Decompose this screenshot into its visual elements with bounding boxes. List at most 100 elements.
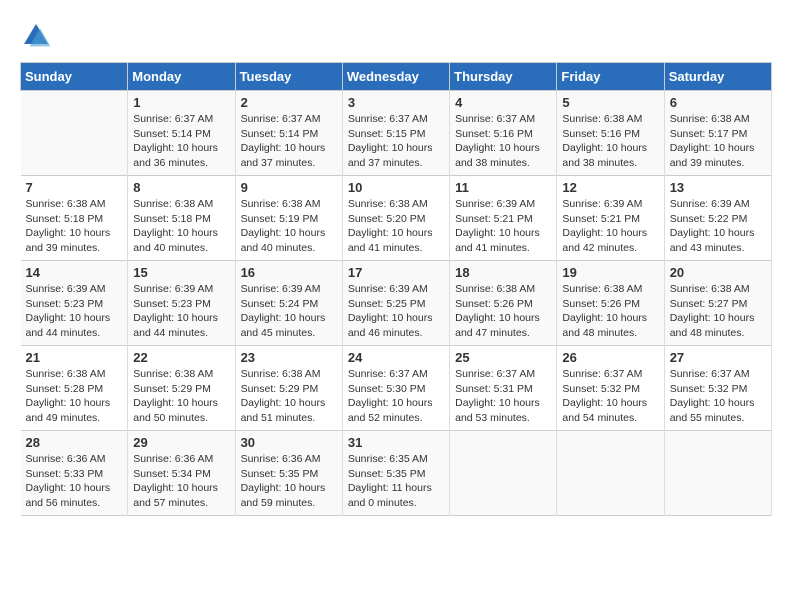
day-info: Sunrise: 6:38 AM Sunset: 5:19 PM Dayligh… [241,197,337,256]
day-info: Sunrise: 6:39 AM Sunset: 5:23 PM Dayligh… [26,282,123,341]
calendar-cell [664,431,771,516]
calendar-cell: 3 Sunrise: 6:37 AM Sunset: 5:15 PM Daylig… [342,91,449,176]
day-info: Sunrise: 6:38 AM Sunset: 5:28 PM Dayligh… [26,367,123,426]
logo-icon [20,20,52,52]
header-monday: Monday [128,63,235,91]
day-number: 26 [562,350,658,365]
day-number: 22 [133,350,229,365]
header-tuesday: Tuesday [235,63,342,91]
day-info: Sunrise: 6:39 AM Sunset: 5:21 PM Dayligh… [562,197,658,256]
day-number: 29 [133,435,229,450]
day-number: 13 [670,180,766,195]
calendar-cell: 12 Sunrise: 6:39 AM Sunset: 5:21 PM Dayli… [557,176,664,261]
day-number: 5 [562,95,658,110]
day-number: 1 [133,95,229,110]
calendar-cell [21,91,128,176]
day-number: 23 [241,350,337,365]
day-number: 21 [26,350,123,365]
day-number: 9 [241,180,337,195]
day-number: 17 [348,265,444,280]
day-number: 12 [562,180,658,195]
calendar-cell: 16 Sunrise: 6:39 AM Sunset: 5:24 PM Dayli… [235,261,342,346]
header-friday: Friday [557,63,664,91]
day-info: Sunrise: 6:37 AM Sunset: 5:31 PM Dayligh… [455,367,551,426]
day-info: Sunrise: 6:38 AM Sunset: 5:29 PM Dayligh… [241,367,337,426]
day-number: 7 [26,180,123,195]
day-info: Sunrise: 6:38 AM Sunset: 5:27 PM Dayligh… [670,282,766,341]
day-info: Sunrise: 6:36 AM Sunset: 5:35 PM Dayligh… [241,452,337,511]
calendar-table: SundayMondayTuesdayWednesdayThursdayFrid… [20,62,772,516]
day-info: Sunrise: 6:37 AM Sunset: 5:32 PM Dayligh… [670,367,766,426]
calendar-cell [557,431,664,516]
day-info: Sunrise: 6:38 AM Sunset: 5:20 PM Dayligh… [348,197,444,256]
calendar-cell: 25 Sunrise: 6:37 AM Sunset: 5:31 PM Dayli… [450,346,557,431]
day-number: 4 [455,95,551,110]
week-row-5: 28 Sunrise: 6:36 AM Sunset: 5:33 PM Dayli… [21,431,772,516]
day-info: Sunrise: 6:37 AM Sunset: 5:30 PM Dayligh… [348,367,444,426]
calendar-cell: 23 Sunrise: 6:38 AM Sunset: 5:29 PM Dayli… [235,346,342,431]
day-number: 3 [348,95,444,110]
calendar-cell: 31 Sunrise: 6:35 AM Sunset: 5:35 PM Dayli… [342,431,449,516]
day-info: Sunrise: 6:37 AM Sunset: 5:14 PM Dayligh… [241,112,337,171]
day-info: Sunrise: 6:38 AM Sunset: 5:16 PM Dayligh… [562,112,658,171]
day-info: Sunrise: 6:36 AM Sunset: 5:34 PM Dayligh… [133,452,229,511]
calendar-cell: 22Sunrise: 6:38 AM Sunset: 5:29 PM Dayli… [128,346,235,431]
day-info: Sunrise: 6:37 AM Sunset: 5:15 PM Dayligh… [348,112,444,171]
day-number: 31 [348,435,444,450]
day-number: 6 [670,95,766,110]
calendar-cell: 26 Sunrise: 6:37 AM Sunset: 5:32 PM Dayli… [557,346,664,431]
calendar-cell: 27 Sunrise: 6:37 AM Sunset: 5:32 PM Dayli… [664,346,771,431]
day-number: 30 [241,435,337,450]
day-info: Sunrise: 6:37 AM Sunset: 5:32 PM Dayligh… [562,367,658,426]
page-header [20,20,772,52]
header-row: SundayMondayTuesdayWednesdayThursdayFrid… [21,63,772,91]
day-number: 16 [241,265,337,280]
day-info: Sunrise: 6:39 AM Sunset: 5:24 PM Dayligh… [241,282,337,341]
day-info: Sunrise: 6:38 AM Sunset: 5:17 PM Dayligh… [670,112,766,171]
calendar-cell: 13 Sunrise: 6:39 AM Sunset: 5:22 PM Dayli… [664,176,771,261]
week-row-3: 14 Sunrise: 6:39 AM Sunset: 5:23 PM Dayli… [21,261,772,346]
day-info: Sunrise: 6:37 AM Sunset: 5:16 PM Dayligh… [455,112,551,171]
day-info: Sunrise: 6:35 AM Sunset: 5:35 PM Dayligh… [348,452,444,511]
header-sunday: Sunday [21,63,128,91]
header-saturday: Saturday [664,63,771,91]
header-wednesday: Wednesday [342,63,449,91]
calendar-cell: 24 Sunrise: 6:37 AM Sunset: 5:30 PM Dayli… [342,346,449,431]
day-number: 11 [455,180,551,195]
day-info: Sunrise: 6:38 AM Sunset: 5:26 PM Dayligh… [562,282,658,341]
calendar-cell: 28 Sunrise: 6:36 AM Sunset: 5:33 PM Dayli… [21,431,128,516]
calendar-cell: 2Sunrise: 6:37 AM Sunset: 5:14 PM Daylig… [235,91,342,176]
day-info: Sunrise: 6:39 AM Sunset: 5:22 PM Dayligh… [670,197,766,256]
day-number: 24 [348,350,444,365]
week-row-1: 1 Sunrise: 6:37 AM Sunset: 5:14 PM Daylig… [21,91,772,176]
day-info: Sunrise: 6:39 AM Sunset: 5:25 PM Dayligh… [348,282,444,341]
day-number: 20 [670,265,766,280]
day-info: Sunrise: 6:38 AM Sunset: 5:18 PM Dayligh… [133,197,229,256]
calendar-cell: 17 Sunrise: 6:39 AM Sunset: 5:25 PM Dayli… [342,261,449,346]
week-row-2: 7 Sunrise: 6:38 AM Sunset: 5:18 PM Daylig… [21,176,772,261]
day-number: 25 [455,350,551,365]
week-row-4: 21 Sunrise: 6:38 AM Sunset: 5:28 PM Dayli… [21,346,772,431]
calendar-cell: 11Sunrise: 6:39 AM Sunset: 5:21 PM Dayli… [450,176,557,261]
day-number: 27 [670,350,766,365]
day-info: Sunrise: 6:39 AM Sunset: 5:23 PM Dayligh… [133,282,229,341]
calendar-cell: 8 Sunrise: 6:38 AM Sunset: 5:18 PM Daylig… [128,176,235,261]
day-number: 15 [133,265,229,280]
calendar-cell: 21 Sunrise: 6:38 AM Sunset: 5:28 PM Dayli… [21,346,128,431]
header-thursday: Thursday [450,63,557,91]
calendar-cell: 5 Sunrise: 6:38 AM Sunset: 5:16 PM Daylig… [557,91,664,176]
day-info: Sunrise: 6:38 AM Sunset: 5:26 PM Dayligh… [455,282,551,341]
calendar-cell: 20 Sunrise: 6:38 AM Sunset: 5:27 PM Dayli… [664,261,771,346]
calendar-cell: 29 Sunrise: 6:36 AM Sunset: 5:34 PM Dayli… [128,431,235,516]
day-number: 10 [348,180,444,195]
day-number: 8 [133,180,229,195]
calendar-cell: 19Sunrise: 6:38 AM Sunset: 5:26 PM Dayli… [557,261,664,346]
calendar-cell: 6 Sunrise: 6:38 AM Sunset: 5:17 PM Daylig… [664,91,771,176]
calendar-cell: 30 Sunrise: 6:36 AM Sunset: 5:35 PM Dayli… [235,431,342,516]
calendar-cell: 1Sunrise: 6:37 AM Sunset: 5:14 PM Daylig… [128,91,235,176]
calendar-cell: 4 Sunrise: 6:37 AM Sunset: 5:16 PM Daylig… [450,91,557,176]
day-number: 14 [26,265,123,280]
calendar-cell: 14 Sunrise: 6:39 AM Sunset: 5:23 PM Dayli… [21,261,128,346]
day-info: Sunrise: 6:36 AM Sunset: 5:33 PM Dayligh… [26,452,123,511]
day-number: 28 [26,435,123,450]
